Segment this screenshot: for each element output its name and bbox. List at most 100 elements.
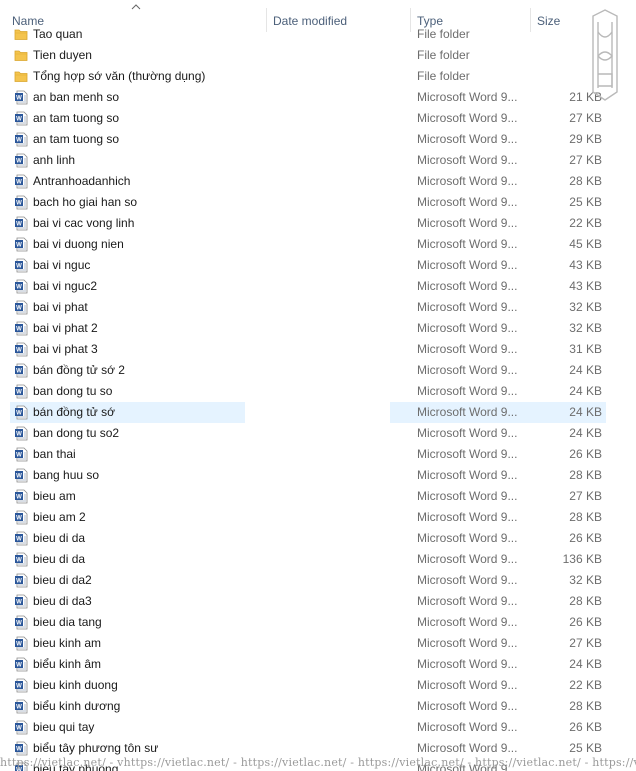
word-doc-icon: W xyxy=(14,237,28,252)
file-row[interactable]: Wbiểu kinh dương Microsoft Word 9... 28 KB xyxy=(0,696,636,717)
file-name-cell[interactable]: Wan tam tuong so xyxy=(10,129,245,150)
file-name-cell[interactable]: Wan ban menh so xyxy=(10,87,245,108)
file-name-cell[interactable]: Tao quan xyxy=(10,24,245,45)
file-type-label: Microsoft Word 9... xyxy=(417,216,518,230)
file-name-cell[interactable]: Wan tam tuong so xyxy=(10,108,245,129)
file-name-cell[interactable]: W Antranhoadanhich xyxy=(10,171,245,192)
file-size-label: 27 KB xyxy=(569,153,602,167)
file-type-label: Microsoft Word 9... xyxy=(417,237,518,251)
file-row[interactable]: Wbieu di da3 Microsoft Word 9... 28 KB xyxy=(0,591,636,612)
file-row[interactable]: Wanh linh Microsoft Word 9... 27 KB xyxy=(0,150,636,171)
file-row[interactable]: Wban dong tu so2 Microsoft Word 9... 24 KB xyxy=(0,423,636,444)
file-row[interactable]: Wbach ho giai han so Microsoft Word 9... 2… xyxy=(0,192,636,213)
file-name-cell[interactable]: Wbieu di da3 xyxy=(10,591,245,612)
file-list: Tao quan File folder Tien duyen File folder… xyxy=(0,24,636,771)
file-row[interactable]: Wan tam tuong so Microsoft Word 9... 27 KB xyxy=(0,108,636,129)
file-name-label: bai vi phat 3 xyxy=(33,342,98,356)
file-row[interactable]: Tao quan File folder xyxy=(0,24,636,45)
file-name-cell[interactable]: Wbiểu kinh dương xyxy=(10,696,245,717)
file-name-cell[interactable]: Wbieu qui tay xyxy=(10,717,245,738)
file-name-cell[interactable]: Wbai vi nguc xyxy=(10,255,245,276)
watermark-url: https://vietlac.net/ - vhttps://vietlac.… xyxy=(0,756,636,769)
file-row[interactable]: Wbieu qui tay Microsoft Word 9... 26 KB xyxy=(0,717,636,738)
file-size-label: 31 KB xyxy=(569,342,602,356)
file-name-cell[interactable]: Wbai vi cac vong linh xyxy=(10,213,245,234)
file-row[interactable]: Wbieu kinh duong Microsoft Word 9... 22 KB xyxy=(0,675,636,696)
file-name-cell[interactable]: Wbieu di da2 xyxy=(10,570,245,591)
file-name-cell[interactable]: Wbai vi duong nien xyxy=(10,234,245,255)
file-name-cell[interactable]: Wbieu di da xyxy=(10,549,245,570)
file-name-cell[interactable]: Tổng hợp sớ văn (thường dụng) xyxy=(10,66,245,87)
file-type-label: Microsoft Word 9... xyxy=(417,342,518,356)
file-row[interactable]: Wbai vi nguc2 Microsoft Word 9... 43 KB xyxy=(0,276,636,297)
file-row[interactable]: Wbieu am Microsoft Word 9... 27 KB xyxy=(0,486,636,507)
file-row[interactable]: W Antranhoadanhich Microsoft Word 9... 28 K… xyxy=(0,171,636,192)
file-name-cell[interactable]: Wbieu am 2 xyxy=(10,507,245,528)
file-row[interactable]: Wbieu am 2 Microsoft Word 9... 28 KB xyxy=(0,507,636,528)
file-row[interactable]: Wbiểu kinh âm Microsoft Word 9... 24 KB xyxy=(0,654,636,675)
word-doc-icon: W xyxy=(14,132,28,147)
file-row[interactable]: Tien duyen File folder xyxy=(0,45,636,66)
file-name-cell[interactable]: Wbach ho giai han so xyxy=(10,192,245,213)
file-name-cell[interactable]: Wbieu dia tang xyxy=(10,612,245,633)
file-row[interactable]: Wbieu di da Microsoft Word 9... 26 KB xyxy=(0,528,636,549)
file-name-cell[interactable]: Tien duyen xyxy=(10,45,245,66)
sort-ascending-icon xyxy=(131,4,141,10)
file-row[interactable]: Wbai vi phat 3 Microsoft Word 9... 31 KB xyxy=(0,339,636,360)
file-name-cell[interactable]: Wbieu kinh duong xyxy=(10,675,245,696)
file-size-label: 26 KB xyxy=(569,531,602,545)
file-name-label: bai vi duong nien xyxy=(33,237,124,251)
file-row[interactable]: Wbán đồng tử sớ 2 Microsoft Word 9... 24 K… xyxy=(0,360,636,381)
svg-text:W: W xyxy=(16,453,22,459)
word-doc-icon: W xyxy=(14,258,28,273)
file-row[interactable]: Wban dong tu so Microsoft Word 9... 24 KB xyxy=(0,381,636,402)
file-row[interactable]: Wbieu kinh am Microsoft Word 9... 27 KB xyxy=(0,633,636,654)
svg-text:W: W xyxy=(16,600,22,606)
file-row[interactable]: Wan tam tuong so Microsoft Word 9... 29 KB xyxy=(0,129,636,150)
file-name-cell[interactable]: Wbieu am xyxy=(10,486,245,507)
file-row[interactable]: Wbai vi cac vong linh Microsoft Word 9...… xyxy=(0,213,636,234)
file-name-label: Tao quan xyxy=(33,27,83,41)
file-size-label: 43 KB xyxy=(569,279,602,293)
file-name-cell[interactable]: Wbang huu so xyxy=(10,465,245,486)
file-name-cell[interactable]: Wbai vi phat 2 xyxy=(10,318,245,339)
file-row[interactable]: Wbai vi phat Microsoft Word 9... 32 KB xyxy=(0,297,636,318)
file-size-label: 22 KB xyxy=(569,678,602,692)
file-row[interactable]: Wbán đồng tử sớ Microsoft Word 9... 24 KB xyxy=(0,402,636,423)
file-name-cell[interactable]: Wbieu di da xyxy=(10,528,245,549)
file-name-cell[interactable]: Wbán đồng tử sớ 2 xyxy=(10,360,245,381)
word-doc-icon: W xyxy=(14,594,28,609)
file-row[interactable]: Wbai vi phat 2 Microsoft Word 9... 32 KB xyxy=(0,318,636,339)
file-row[interactable]: Wbai vi nguc Microsoft Word 9... 43 KB xyxy=(0,255,636,276)
file-size-label: 24 KB xyxy=(569,405,602,419)
file-row[interactable]: Wbieu di da2 Microsoft Word 9... 32 KB xyxy=(0,570,636,591)
file-name-cell[interactable]: Wbieu kinh am xyxy=(10,633,245,654)
file-row[interactable]: Wbai vi duong nien Microsoft Word 9... 45 … xyxy=(0,234,636,255)
file-row[interactable]: Wbieu dia tang Microsoft Word 9... 26 KB xyxy=(0,612,636,633)
file-name-cell[interactable]: Wbán đồng tử sớ xyxy=(10,402,245,423)
file-name-cell[interactable]: Wbai vi phat 3 xyxy=(10,339,245,360)
file-name-cell[interactable]: Wban dong tu so2 xyxy=(10,423,245,444)
file-name-cell[interactable]: Wbai vi phat xyxy=(10,297,245,318)
file-name-cell[interactable]: Wban dong tu so xyxy=(10,381,245,402)
word-doc-icon: W xyxy=(14,300,28,315)
file-size-label: 32 KB xyxy=(569,573,602,587)
file-name-label: bieu di da xyxy=(33,552,86,566)
file-row[interactable]: Wbang huu so Microsoft Word 9... 28 KB xyxy=(0,465,636,486)
file-row[interactable]: Wan ban menh so Microsoft Word 9... 21 KB xyxy=(0,87,636,108)
file-name-cell[interactable]: Wanh linh xyxy=(10,150,245,171)
file-name-cell[interactable]: Wban thai xyxy=(10,444,245,465)
file-row[interactable]: Wbieu di da Microsoft Word 9... 136 KB xyxy=(0,549,636,570)
svg-text:W: W xyxy=(16,243,22,249)
file-name-label: bai vi cac vong linh xyxy=(33,216,135,230)
file-name-label: bai vi phat 2 xyxy=(33,321,98,335)
file-name-cell[interactable]: Wbai vi nguc2 xyxy=(10,276,245,297)
file-row[interactable]: Wban thai Microsoft Word 9... 26 KB xyxy=(0,444,636,465)
file-type-label: Microsoft Word 9... xyxy=(417,363,518,377)
word-doc-icon: W xyxy=(14,363,28,378)
file-size-label: 25 KB xyxy=(569,195,602,209)
file-size-label: 28 KB xyxy=(569,468,602,482)
file-row[interactable]: Tổng hợp sớ văn (thường dụng) File folder xyxy=(0,66,636,87)
svg-text:W: W xyxy=(16,474,22,480)
file-name-cell[interactable]: Wbiểu kinh âm xyxy=(10,654,245,675)
